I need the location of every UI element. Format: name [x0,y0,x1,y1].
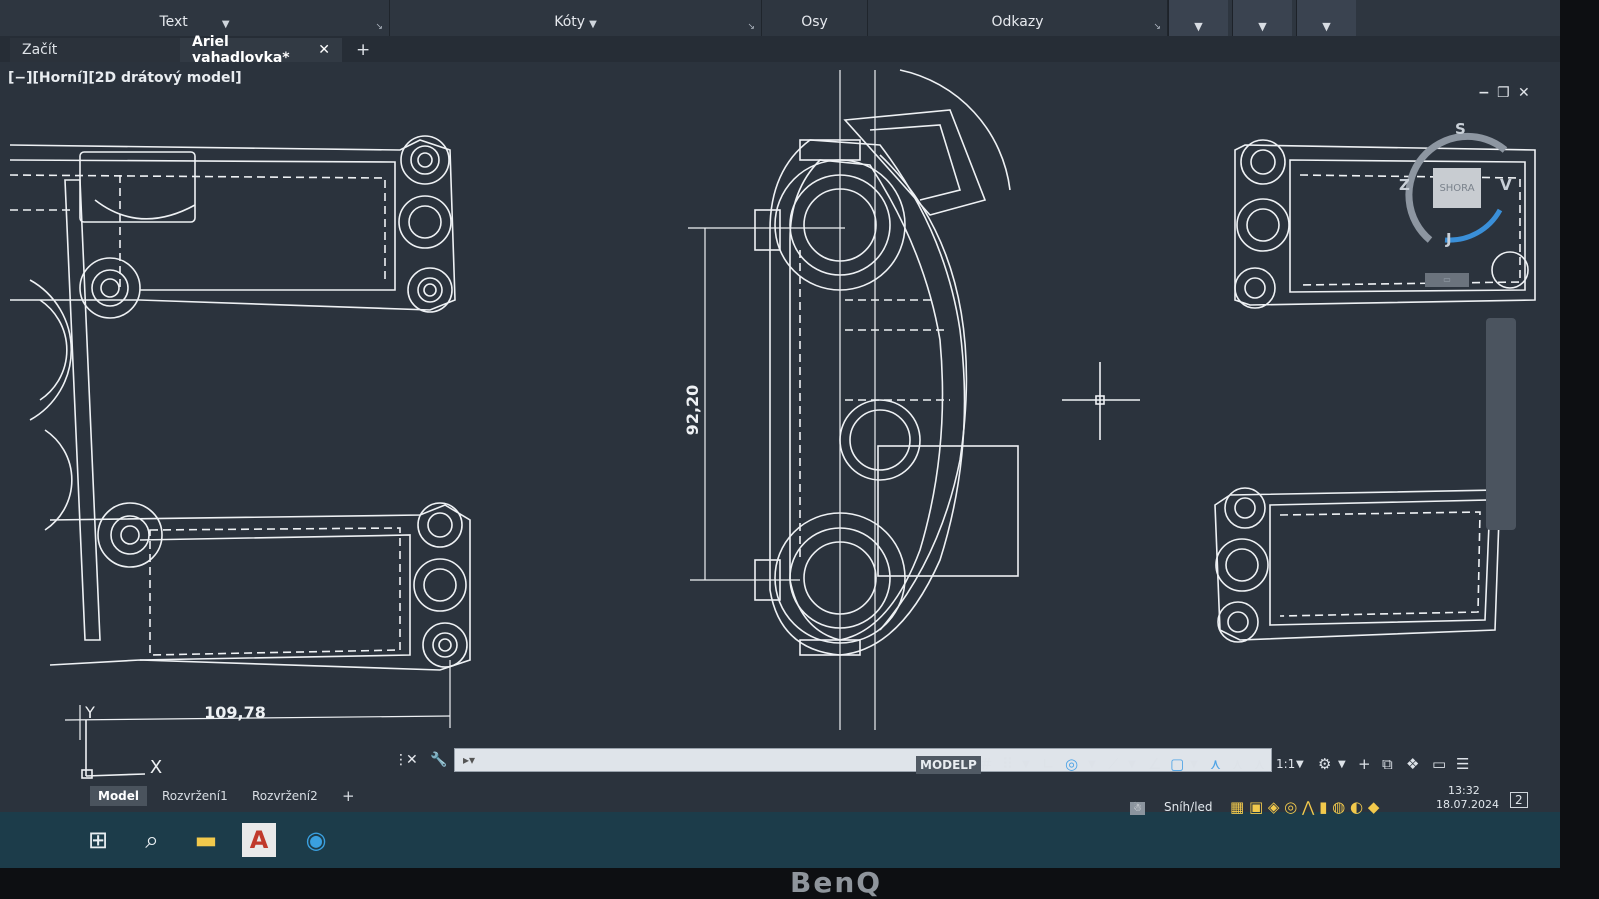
edge-browser-icon[interactable]: ◉ [296,820,336,860]
navigation-bar[interactable] [1486,318,1516,530]
monitor-brand-logo: BenQ [790,866,883,899]
dimension-vertical [688,227,845,581]
tray-clock-date[interactable]: 18.07.2024 [1436,798,1499,811]
close-icon[interactable]: ✕ [1518,85,1530,101]
tray-weather-icon[interactable]: ☃ [1130,802,1145,815]
tray-weather-text[interactable]: Sníh/led [1164,800,1213,814]
search-icon[interactable]: ⌕ [132,820,172,860]
grid-icon[interactable]: # [980,755,993,773]
dimension-vertical-text: 92,20 [683,385,702,436]
osnap-tracking-icon[interactable]: ⟋ [1108,755,1119,773]
dimension-horizontal-text: 109,78 [204,703,266,722]
viewcube-east[interactable]: V [1500,176,1512,194]
chevron-down-icon[interactable]: ▼ [1296,759,1304,770]
hardware-acceleration-icon[interactable]: ❖ [1406,755,1419,773]
layout-tabs: Model Rozvržení1 Rozvržení2 + [80,786,380,808]
restore-icon[interactable]: ❐ [1497,85,1510,101]
tray-clock-time[interactable]: 13:32 [1448,784,1480,797]
screen: Text ▼ ↘ Kóty ▼ ↘ Osy Odkazy ↘ ▼ ▼ ▼ Začít… [0,0,1560,868]
chevron-down-icon[interactable]: ▼ [1338,759,1346,770]
notification-center-button[interactable]: 2 [1510,792,1528,808]
windows-start-icon[interactable]: ⊞ [78,820,118,860]
tray-app-icons[interactable]: ▦ ▣ ◈ ◎ ⋀ ▮ ◍ ◐ ◆ [1230,798,1379,816]
wcs-menu[interactable]: ▭ [1425,273,1469,287]
chevron-down-icon[interactable]: ▼ [1088,759,1096,770]
layout-tab-model[interactable]: Model [90,786,148,806]
annotation-visibility-icon[interactable]: ⋏ [1232,755,1243,773]
osnap-icon[interactable]: ▢ [1170,755,1184,773]
angle-icon[interactable]: ∠ [1148,755,1161,773]
model-space-toggle[interactable]: MODELP [916,756,981,774]
annotation-scale[interactable]: 1:1 [1276,757,1295,771]
snap-icon[interactable]: ⠿ [1002,755,1013,773]
viewcube-face-top[interactable]: SHORA [1433,168,1481,208]
autocad-icon[interactable]: A [242,823,276,857]
viewcube-north[interactable]: S [1455,120,1466,138]
add-layout-button[interactable]: + [334,786,363,806]
customization-menu-icon[interactable]: ☰ [1456,755,1469,773]
chevron-down-icon[interactable]: ▼ [1022,759,1030,770]
minimize-icon[interactable]: − [1478,85,1490,101]
viewcube-west[interactable]: Z [1399,176,1410,194]
gear-icon[interactable]: ⚙ [1318,755,1331,773]
ucs-y-label: Y [84,703,95,722]
windows-taskbar: ⊞ ⌕ ▬ A ◉ ☃ Sníh/led ▦ ▣ ◈ ◎ ⋀ ▮ ◍ ◐ ◆ 1… [0,784,1560,868]
polar-icon[interactable]: ◎ [1065,755,1078,773]
layout-tab-layout1[interactable]: Rozvržení1 [154,786,236,806]
left-view-lower-arm [49,502,471,671]
layout-tab-layout2[interactable]: Rozvržení2 [244,786,326,806]
annotation-icon[interactable]: ⋏ [1210,755,1221,773]
file-explorer-icon[interactable]: ▬ [186,820,226,860]
viewcube-ring-accent [1444,208,1503,243]
viewcube-south[interactable]: J [1446,230,1452,248]
cad-drawing: 109,78 92,20 Y X [9,69,1536,779]
status-bar: MODELP # ⠿ ▼ ∟ ◎ ▼ ⟋ ▼ ∠ ▢ ▼ ⋏ ⋏ ⋏ 1:1 ▼… [900,752,1500,778]
crosshair-cursor [1062,362,1140,440]
viewport-controls-label[interactable]: [−][Horní][2D drátový model] [8,70,242,86]
notification-count: 2 [1515,793,1523,807]
clean-screen-icon[interactable]: ▭ [1432,755,1446,773]
plus-icon[interactable]: + [1358,755,1371,773]
chevron-down-icon[interactable]: ▼ [1128,759,1136,770]
right-view-lower-arm [1214,487,1501,643]
ucs-x-label: X [150,757,162,778]
wrench-icon[interactable]: 🔧 [430,752,447,768]
monitor: Text ▼ ↘ Kóty ▼ ↘ Osy Odkazy ↘ ▼ ▼ ▼ Začít… [0,0,1599,899]
ortho-icon[interactable]: ∟ [1042,755,1055,773]
left-view-upper-arm [9,135,456,641]
isolate-icon[interactable]: ⧉ [1382,755,1393,773]
dimension-horizontal [64,660,451,740]
ucs-icon [81,720,146,779]
close-icon[interactable]: ✕ [406,752,418,768]
chevron-down-icon[interactable]: ▼ [1190,759,1198,770]
annotation-autoscale-icon[interactable]: ⋏ [1254,755,1265,773]
command-prompt-icon: ▸▾ [463,753,476,767]
